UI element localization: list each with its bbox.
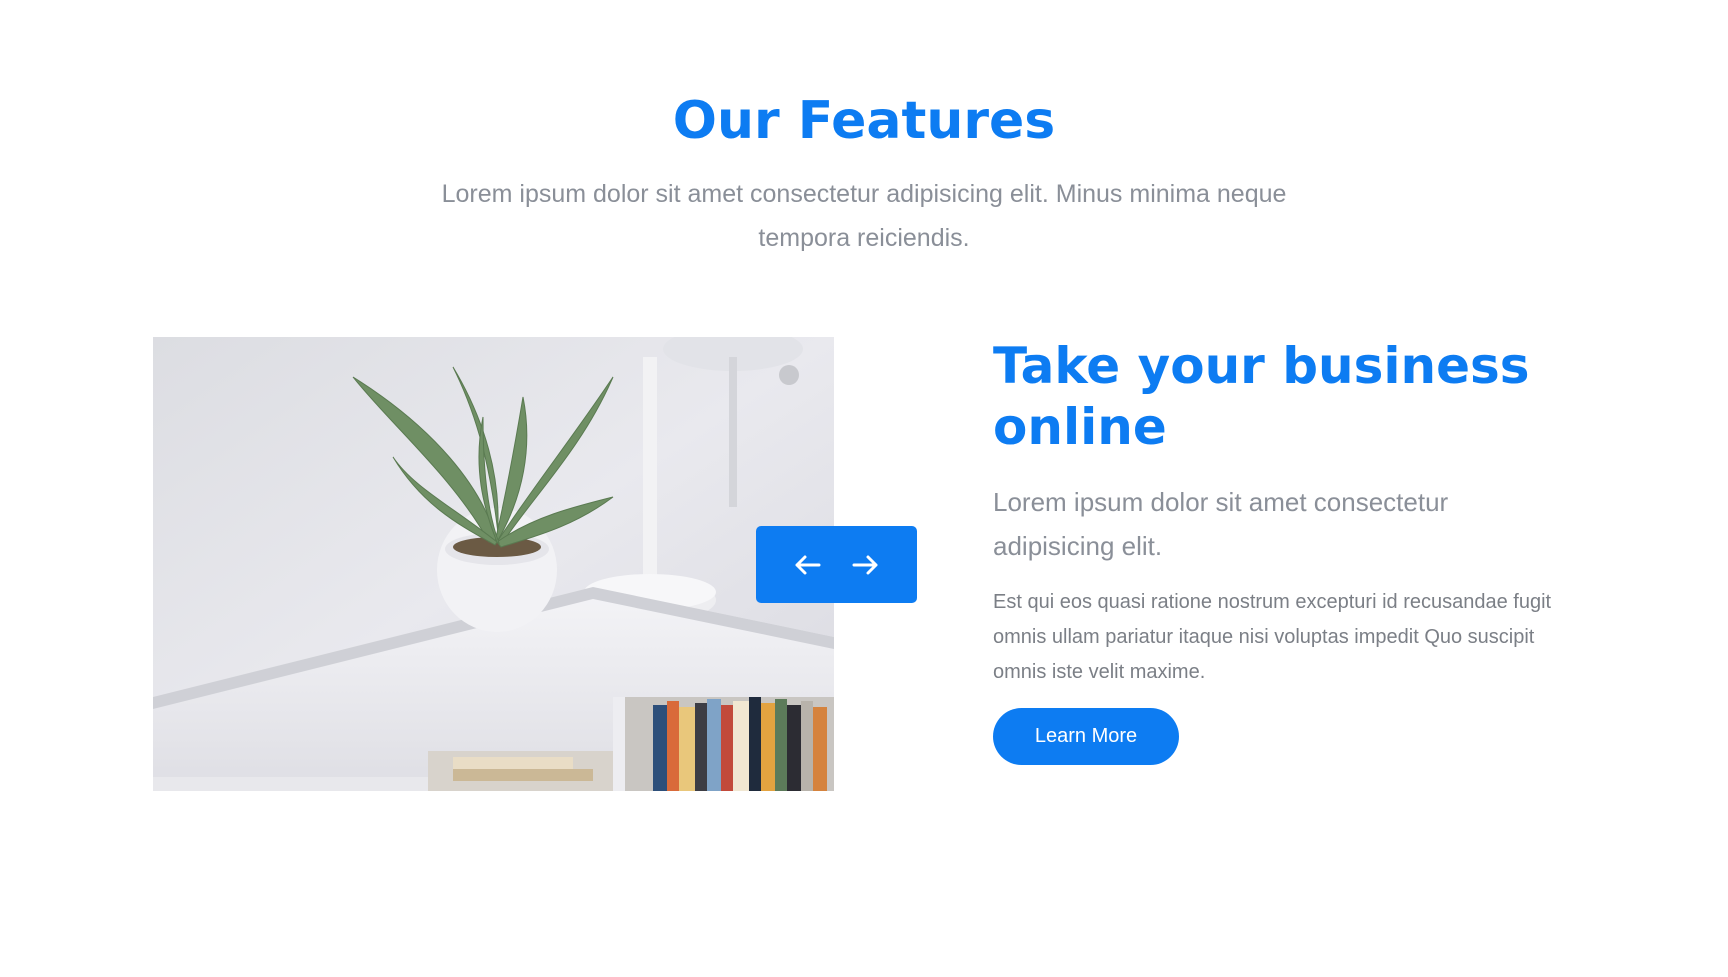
features-page: Our Features Lorem ipsum dolor sit amet …: [0, 0, 1728, 977]
slider-nav: [756, 526, 917, 603]
section-title: Our Features: [672, 91, 1056, 151]
section-subtitle: Lorem ipsum dolor sit amet consectetur a…: [441, 180, 1287, 252]
prev-slide-button[interactable]: [782, 540, 832, 590]
feature-body: Est qui eos quasi ratione nostrum except…: [993, 591, 1552, 683]
feature-heading: Take your business online: [993, 337, 1530, 456]
feature-lead: Lorem ipsum dolor sit amet consectetur a…: [993, 487, 1449, 561]
arrow-left-icon: [795, 555, 821, 574]
next-slide-button[interactable]: [841, 540, 891, 590]
arrow-right-icon: [852, 555, 878, 574]
learn-more-button[interactable]: Learn More: [993, 708, 1179, 765]
shelf-plant-photo: [153, 337, 834, 791]
feature-image: [153, 337, 834, 791]
